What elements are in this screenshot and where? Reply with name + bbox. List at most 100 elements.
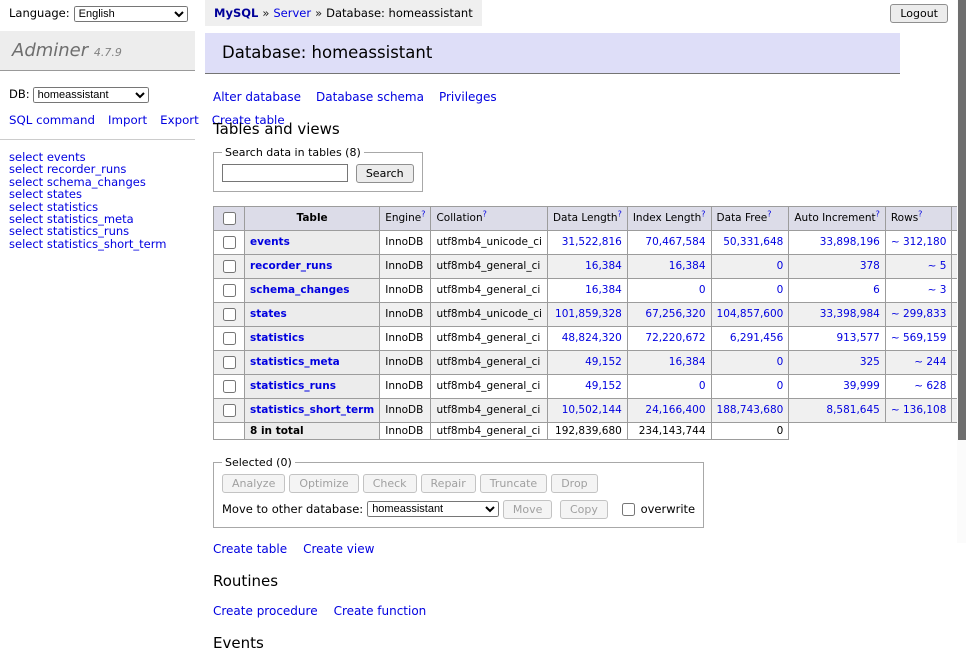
privileges-link[interactable]: Privileges (439, 90, 497, 104)
breadcrumb-link-server[interactable]: Server (273, 6, 311, 20)
data-free-value-link[interactable]: 6,291,456 (730, 332, 783, 344)
rows-value-link[interactable]: ~ 5 (928, 260, 947, 272)
sidebar-select-states[interactable]: select states (9, 188, 195, 200)
row-checkbox[interactable] (223, 356, 236, 369)
sidebar-action-export[interactable]: Export (160, 113, 199, 127)
table-link-schema-changes[interactable]: schema_changes (250, 284, 350, 296)
table-link-statistics-meta[interactable]: statistics_meta (250, 356, 340, 368)
data-length-value-link[interactable]: 16,384 (585, 260, 622, 272)
data-free-value-link[interactable]: 0 (777, 284, 784, 296)
rows-value-link[interactable]: ~ 569,159 (891, 332, 947, 344)
index-length-value-link[interactable]: 72,220,672 (645, 332, 705, 344)
row-checkbox[interactable] (223, 308, 236, 321)
index-length-value-link[interactable]: 67,256,320 (645, 308, 705, 320)
rows-value-link[interactable]: ~ 136,108 (891, 404, 947, 416)
auto-increment-value-link[interactable]: 33,398,984 (820, 308, 880, 320)
column-help-link[interactable]: ? (483, 210, 487, 219)
db-select[interactable]: homeassistant (33, 87, 149, 103)
row-checkbox[interactable] (223, 260, 236, 273)
row-checkbox[interactable] (223, 404, 236, 417)
data-length-value-link[interactable]: 16,384 (585, 284, 622, 296)
index-length-value-link[interactable]: 0 (699, 284, 706, 296)
create-procedure-link[interactable]: Create procedure (213, 604, 318, 618)
analyze-button[interactable]: Analyze (222, 474, 285, 493)
rows-value-link[interactable]: ~ 312,180 (891, 236, 947, 248)
select-all-checkbox[interactable] (223, 212, 236, 225)
index-length-value-link[interactable]: 16,384 (669, 260, 706, 272)
vertical-scrollbar[interactable] (957, 0, 966, 543)
row-checkbox[interactable] (223, 236, 236, 249)
index-length-value-link[interactable]: 70,467,584 (645, 236, 705, 248)
rows-value-link[interactable]: ~ 3 (928, 284, 947, 296)
row-checkbox[interactable] (223, 332, 236, 345)
auto-increment-value-link[interactable]: 39,999 (843, 380, 880, 392)
copy-button[interactable]: Copy (560, 500, 608, 519)
sidebar-select-recorder-runs[interactable]: select recorder_runs (9, 163, 195, 175)
sidebar-action-import[interactable]: Import (108, 113, 147, 127)
index-length-value-link[interactable]: 0 (699, 380, 706, 392)
sidebar-action-sql-command[interactable]: SQL command (9, 113, 95, 127)
move-db-select[interactable]: homeassistant (367, 501, 499, 517)
overwrite-checkbox[interactable] (622, 503, 635, 516)
index-length-value-link[interactable]: 24,166,400 (645, 404, 705, 416)
data-length-value-link[interactable]: 48,824,320 (562, 332, 622, 344)
search-input[interactable] (222, 164, 348, 182)
drop-button[interactable]: Drop (551, 474, 597, 493)
sidebar-select-statistics-short-term[interactable]: select statistics_short_term (9, 238, 195, 250)
data-free-value-link[interactable]: 0 (777, 356, 784, 368)
check-button[interactable]: Check (363, 474, 417, 493)
logout-button[interactable]: Logout (890, 4, 948, 23)
database-schema-link[interactable]: Database schema (316, 90, 424, 104)
breadcrumb-link-mysql[interactable]: MySQL (214, 6, 258, 20)
data-length-value-link[interactable]: 49,152 (585, 380, 622, 392)
language-select[interactable]: English (74, 6, 188, 22)
optimize-button[interactable]: Optimize (289, 474, 358, 493)
column-help-link[interactable]: ? (421, 210, 425, 219)
auto-increment-value-link[interactable]: 6 (873, 284, 880, 296)
table-link-statistics[interactable]: statistics (250, 332, 304, 344)
auto-increment-value-link[interactable]: 913,577 (836, 332, 879, 344)
rows-value-link[interactable]: ~ 299,833 (891, 308, 947, 320)
row-checkbox[interactable] (223, 284, 236, 297)
create-function-link[interactable]: Create function (334, 604, 427, 618)
search-button[interactable]: Search (356, 164, 414, 183)
table-row: eventsInnoDButf8mb4_unicode_ci31,522,816… (214, 230, 966, 254)
data-length-value-link[interactable]: 10,502,144 (562, 404, 622, 416)
sidebar-select-statistics-runs[interactable]: select statistics_runs (9, 225, 195, 237)
row-checkbox[interactable] (223, 380, 236, 393)
column-help-link[interactable]: ? (767, 210, 771, 219)
table-link-statistics-short-term[interactable]: statistics_short_term (250, 404, 374, 416)
create-view-link[interactable]: Create view (303, 542, 374, 556)
data-free-value-link[interactable]: 50,331,648 (723, 236, 783, 248)
repair-button[interactable]: Repair (421, 474, 476, 493)
breadcrumb-current: Database: homeassistant (326, 6, 473, 20)
data-length-value-link[interactable]: 49,152 (585, 356, 622, 368)
alter-database-link[interactable]: Alter database (213, 90, 301, 104)
column-help-link[interactable]: ? (618, 210, 622, 219)
auto-increment-value-link[interactable]: 33,898,196 (820, 236, 880, 248)
rows-value-link[interactable]: ~ 244 (914, 356, 946, 368)
sidebar-actions: SQL commandImportExportCreate table (0, 103, 195, 140)
create-table-link[interactable]: Create table (213, 542, 287, 556)
table-link-statistics-runs[interactable]: statistics_runs (250, 380, 336, 392)
data-length-value-link[interactable]: 101,859,328 (555, 308, 622, 320)
data-free-value-link[interactable]: 0 (777, 380, 784, 392)
rows-value-link[interactable]: ~ 628 (914, 380, 946, 392)
auto-increment-value-link[interactable]: 8,581,645 (826, 404, 879, 416)
table-link-events[interactable]: events (250, 236, 290, 248)
data-length-value-link[interactable]: 31,522,816 (562, 236, 622, 248)
scrollbar-thumb[interactable] (958, 0, 966, 440)
column-help-link[interactable]: ? (918, 210, 922, 219)
column-help-link[interactable]: ? (876, 210, 880, 219)
truncate-button[interactable]: Truncate (480, 474, 547, 493)
column-help-link[interactable]: ? (701, 210, 705, 219)
table-link-recorder-runs[interactable]: recorder_runs (250, 260, 332, 272)
index-length-value-link[interactable]: 16,384 (669, 356, 706, 368)
move-button[interactable]: Move (503, 500, 553, 519)
auto-increment-value-link[interactable]: 378 (860, 260, 880, 272)
table-link-states[interactable]: states (250, 308, 287, 320)
data-free-value-link[interactable]: 0 (777, 260, 784, 272)
auto-increment-value-link[interactable]: 325 (860, 356, 880, 368)
data-free-value-link[interactable]: 104,857,600 (717, 308, 784, 320)
data-free-value-link[interactable]: 188,743,680 (717, 404, 784, 416)
